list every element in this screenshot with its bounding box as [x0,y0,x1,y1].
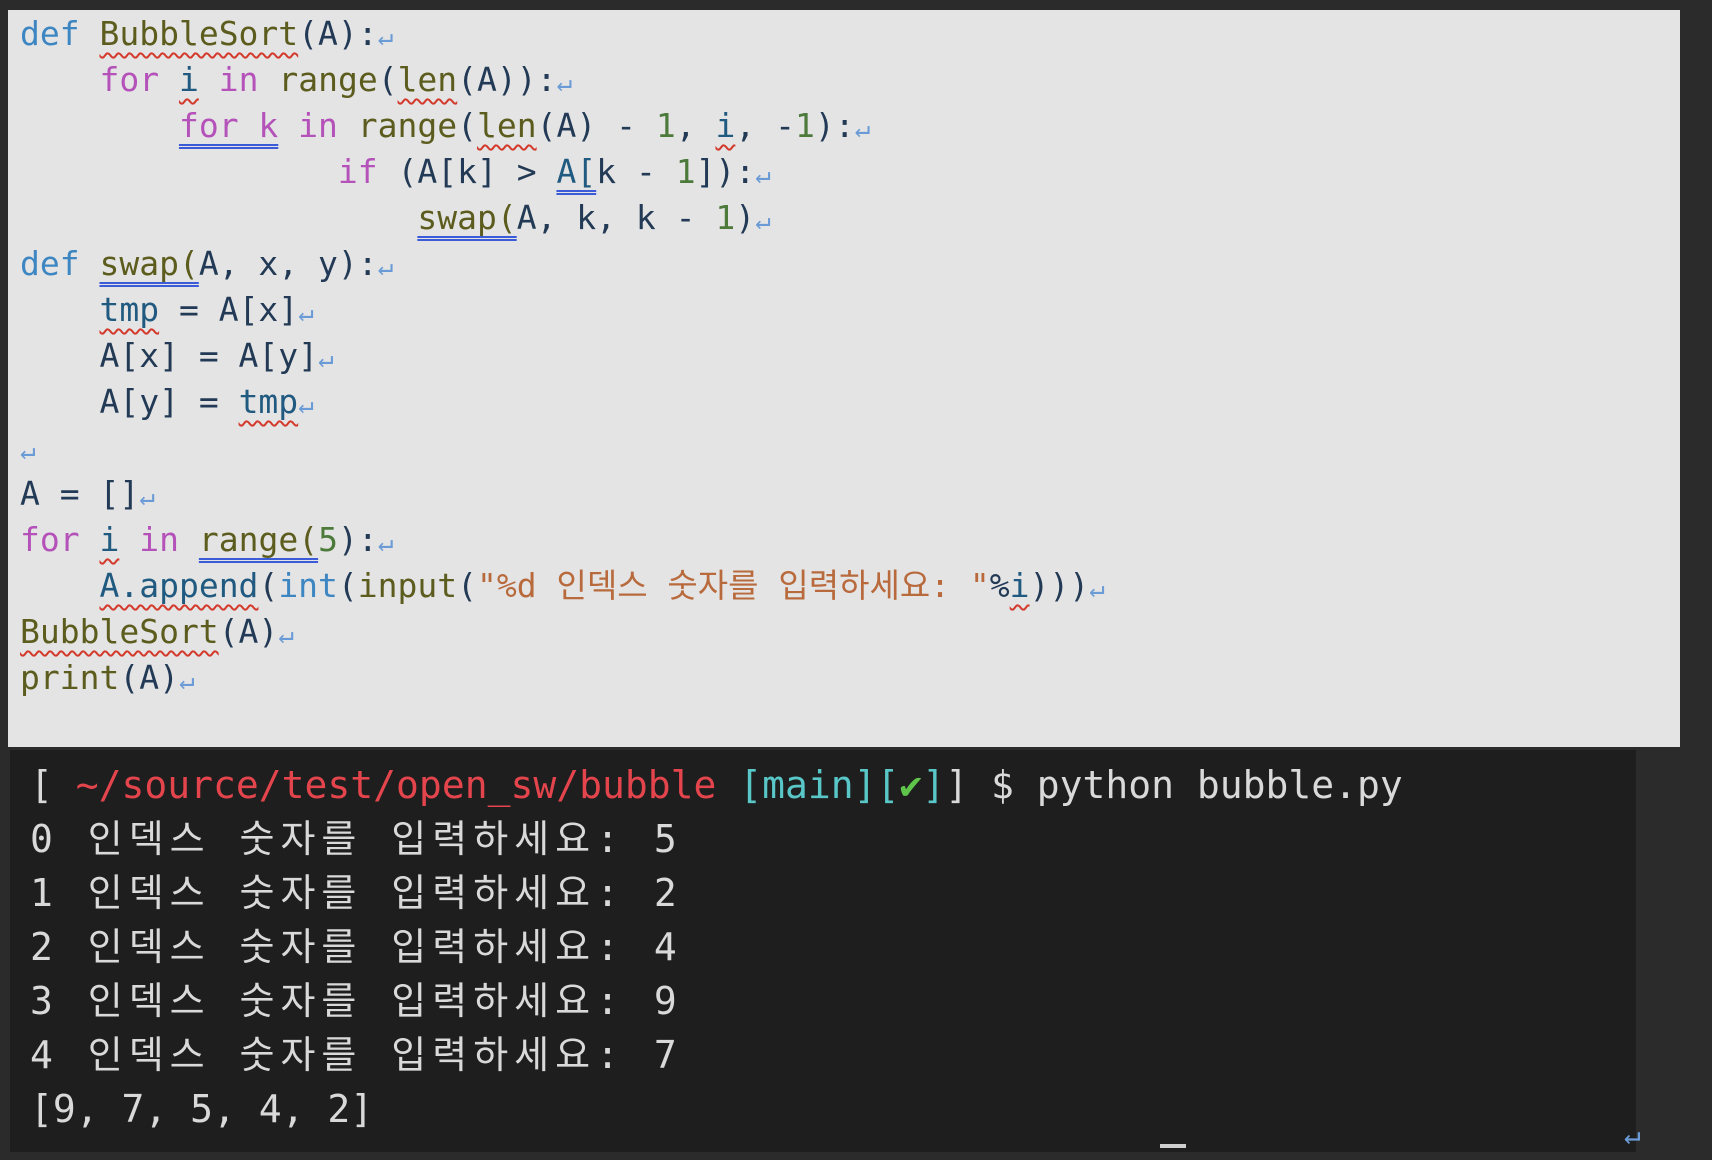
return-mark-icon: ↵ [854,114,871,144]
return-mark-icon: ↵ [1089,574,1105,604]
terminal-prompt-line: [ ~/source/test/open_sw/bubble [main][✔]… [30,763,1403,807]
code-line: for k in range(len(A) - 1, i, -1):↵ [178,106,871,145]
terminal-output-line: 0 인덱스 숫자를 입력하세요: 5 [30,817,683,861]
code-line: A[x] = A[y]↵ [99,336,334,375]
terminal-command: python bubble.py [1036,763,1403,807]
terminal-panel[interactable]: [ ~/source/test/open_sw/bubble [main][✔]… [10,750,1636,1152]
string-literal: "%d 인덱스 숫자를 입력하세요: " [477,566,990,605]
keyword-for: for [99,60,160,99]
terminal-output-line: 2 인덱스 숫자를 입력하세요: 4 [30,925,683,969]
terminal-cursor [1160,1144,1186,1148]
return-mark-icon: ↵ [1624,1118,1641,1151]
code-line: A[y] = tmp↵ [99,382,314,421]
return-mark-icon: ↵ [755,206,771,236]
terminal-output-line: [9, 7, 5, 4, 2] [30,1087,374,1131]
code-line: swap(A, k, k - 1)↵ [417,198,771,237]
return-mark-icon: ↵ [755,160,771,190]
return-mark-icon: ↵ [377,528,394,558]
code-line: def BubbleSort(A):↵ [20,14,394,53]
return-mark-icon: ↵ [139,482,155,512]
function-name: BubbleSort [99,14,299,53]
code-line: A.append(int(input("%d 인덱스 숫자를 입력하세요: "%… [99,566,1105,605]
terminal-output-line: 1 인덱스 숫자를 입력하세요: 2 [30,871,683,915]
git-branch: [main] [716,763,877,807]
terminal-output-line: 3 인덱스 숫자를 입력하세요: 9 [30,979,683,1023]
return-mark-icon: ↵ [178,666,195,696]
return-mark-icon: ↵ [556,68,573,98]
return-mark-icon: ↵ [377,252,394,282]
code-line: for i in range(len(A)):↵ [99,60,573,99]
return-mark-icon: ↵ [318,344,334,374]
return-mark-icon: ↵ [377,22,394,52]
keyword-def: def [20,14,80,53]
code-line: BubbleSort(A)↵ [20,612,294,651]
code-line: if (A[k] > A[k - 1]):↵ [337,152,771,191]
return-mark-icon: ↵ [298,298,314,328]
terminal-output-line: 4 인덱스 숫자를 입력하세요: 7 [30,1033,683,1077]
code-line: print(A)↵ [20,658,195,697]
prompt-path: ~/source/test/open_sw/bubble [75,763,717,807]
return-mark-icon: ↵ [20,436,36,466]
code-line: tmp = A[x]↵ [99,290,314,329]
code-editor[interactable]: def BubbleSort(A):↵ for i in range(len(A… [8,10,1680,747]
code-line: A = []↵ [20,474,155,513]
code-line: ↵ [20,424,36,472]
code-line: for i in range(5):↵ [20,520,394,559]
return-mark-icon: ↵ [298,390,314,420]
code-line: def swap(A, x, y):↵ [20,244,394,283]
check-icon: ✔ [899,763,923,807]
return-mark-icon: ↵ [278,620,294,650]
